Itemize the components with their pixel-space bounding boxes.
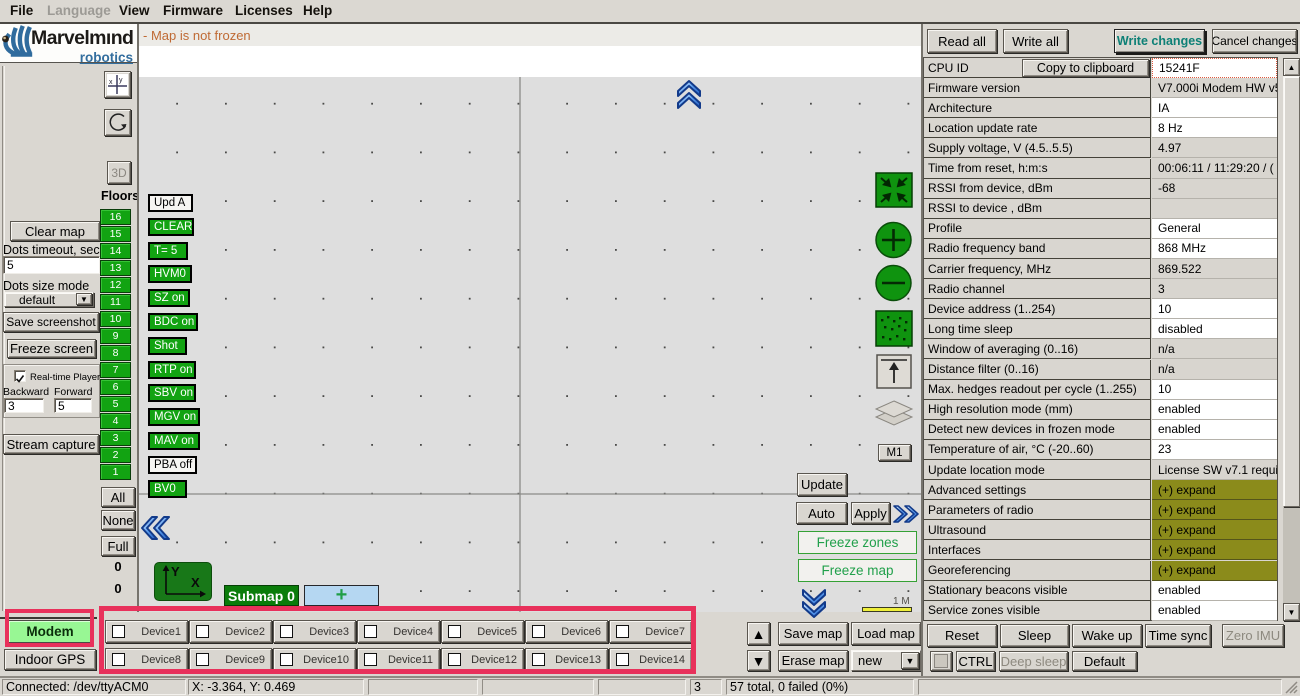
svg-text:y: y <box>119 77 123 84</box>
svg-text:X: X <box>191 575 200 590</box>
svg-text:x: x <box>109 79 113 86</box>
svg-text:Y: Y <box>171 564 180 579</box>
